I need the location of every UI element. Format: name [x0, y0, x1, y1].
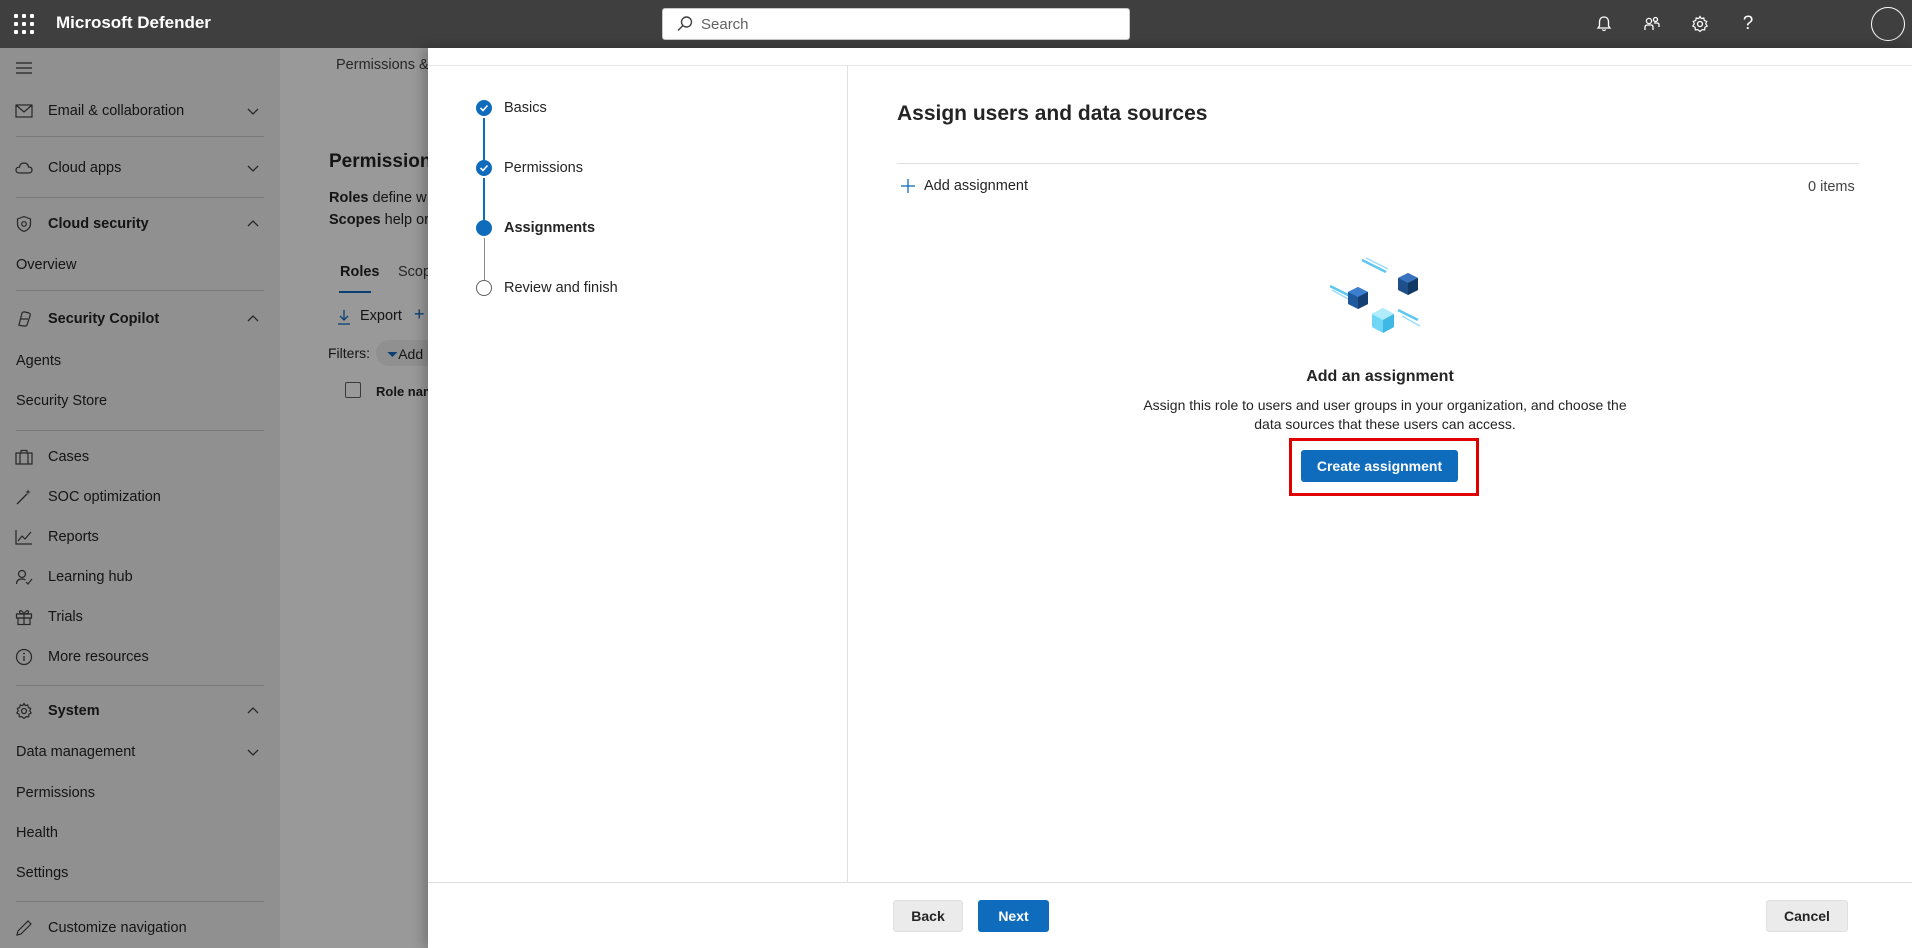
add-assignment-label: Add assignment: [924, 178, 1028, 194]
empty-state-description: Assign this role to users and user group…: [1143, 397, 1627, 432]
search-input[interactable]: [701, 15, 1101, 33]
top-bar: Microsoft Defender ?: [0, 0, 1912, 48]
step-basics[interactable]: Basics: [504, 100, 547, 116]
step-connector: [483, 118, 485, 160]
back-button[interactable]: Back: [893, 900, 963, 932]
step-connector: [484, 238, 485, 280]
add-assignment-button[interactable]: Add assignment: [900, 170, 1028, 202]
avatar[interactable]: [1871, 7, 1905, 41]
modal-overlay[interactable]: [0, 48, 428, 948]
notifications-bell-icon[interactable]: [1592, 12, 1616, 36]
step-complete-check-icon: [476, 100, 492, 116]
app-launcher-icon[interactable]: [14, 14, 34, 34]
wizard-footer: Back Next Cancel: [428, 882, 1912, 948]
page-title: Assign users and data sources: [897, 102, 1208, 125]
step-permissions[interactable]: Permissions: [504, 160, 583, 176]
items-count: 0 items: [1808, 179, 1855, 195]
cancel-button[interactable]: Cancel: [1766, 900, 1848, 932]
app-title[interactable]: Microsoft Defender: [56, 13, 211, 33]
community-icon[interactable]: [1640, 12, 1664, 36]
divider: [897, 163, 1859, 164]
step-connector: [483, 178, 485, 220]
wizard-content: Assign users and data sources Add assign…: [848, 66, 1912, 882]
search-box[interactable]: [662, 8, 1130, 40]
search-icon: [677, 16, 693, 31]
step-assignments[interactable]: Assignments: [504, 220, 595, 236]
step-pending-circle-icon: [476, 280, 492, 296]
next-button[interactable]: Next: [978, 900, 1049, 932]
assign-role-wizard: Basics Permissions Assignments Review an…: [428, 48, 1912, 948]
settings-gear-icon[interactable]: [1688, 12, 1712, 36]
step-complete-check-icon: [476, 160, 492, 176]
step-current-dot-icon: [476, 220, 492, 236]
wizard-steps: Basics Permissions Assignments Review an…: [428, 66, 848, 882]
empty-state-cubes-icon: [1329, 257, 1421, 333]
add-icon: [901, 179, 915, 193]
create-assignment-button[interactable]: Create assignment: [1301, 450, 1458, 482]
help-icon[interactable]: ?: [1736, 12, 1760, 36]
empty-state-title: Add an assignment: [1306, 368, 1454, 385]
step-review-finish[interactable]: Review and finish: [504, 280, 618, 296]
